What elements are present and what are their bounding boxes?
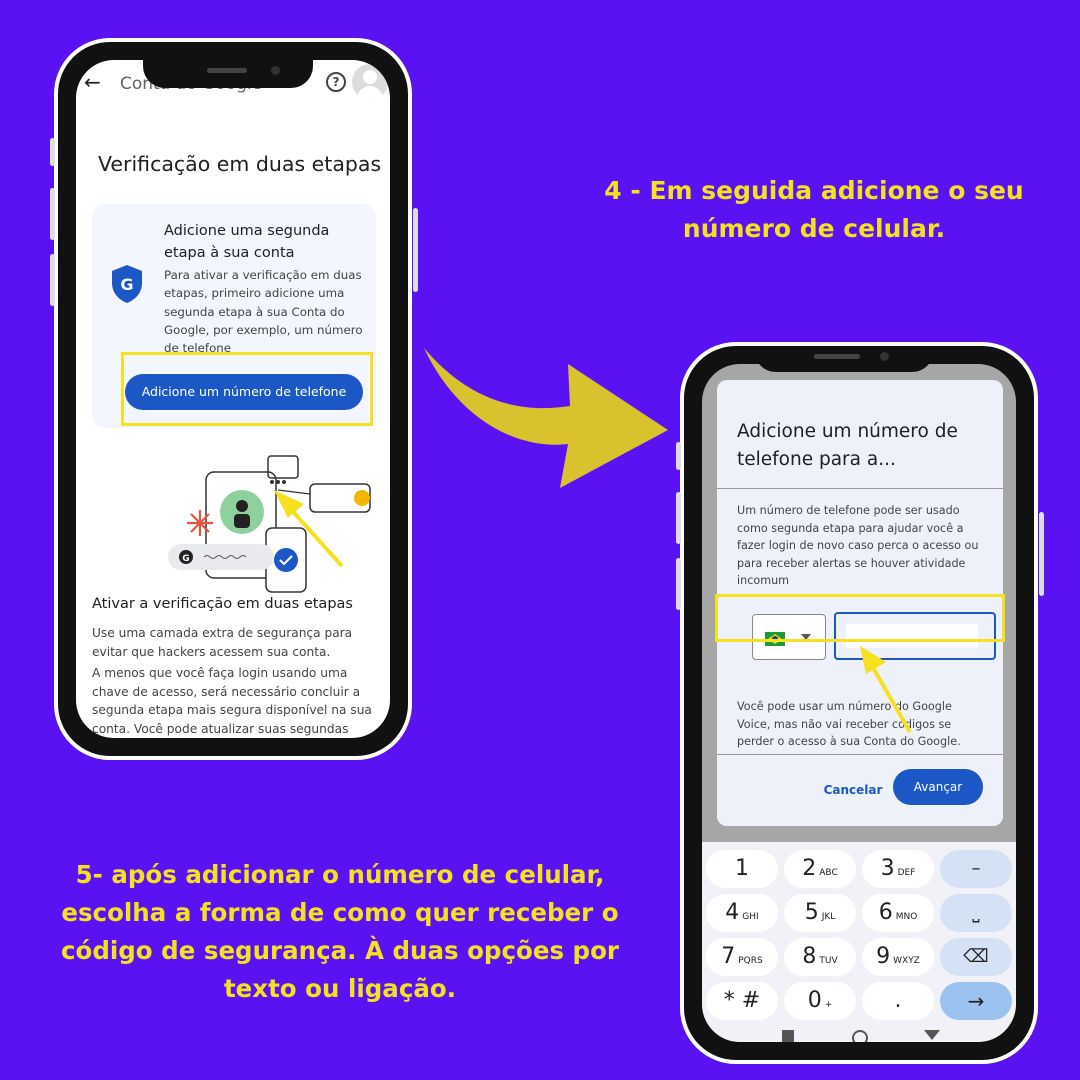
card-heading: Adicione uma segunda etapa à sua conta <box>164 223 330 261</box>
keypad-key[interactable]: 0 + <box>784 982 856 1020</box>
phone-side-button <box>1039 512 1044 596</box>
keypad-key[interactable]: 6 MNO <box>862 894 934 932</box>
keypad-key[interactable]: → <box>940 982 1012 1020</box>
keypad-key[interactable]: 7 PQRS <box>706 938 778 976</box>
keypad-key[interactable]: 5 JKL <box>784 894 856 932</box>
dialog-footer: Cancelar Avançar <box>717 754 1003 826</box>
key-sublabel: TUV <box>819 956 838 966</box>
cancel-button[interactable]: Cancelar <box>813 773 893 807</box>
keypad-key[interactable]: ⎵ <box>940 894 1012 932</box>
key-label: → <box>967 989 985 1013</box>
keypad-key[interactable]: ⌫ <box>940 938 1012 976</box>
numeric-keypad: 1 2 ABC 3 DEF –4 GHI 5 JKL 6 MNO ⎵ 7 PQRS 8 TUV 9 WXYZ ⌫ * … <box>702 842 1016 1042</box>
svg-text:G: G <box>120 275 133 294</box>
key-sublabel: WXYZ <box>893 956 920 966</box>
section-heading: Ativar a verificação em duas etapas <box>92 596 353 612</box>
key-label: 3 <box>880 856 895 881</box>
step5-caption: 5- após adicionar o número de celular, e… <box>60 860 620 1003</box>
key-label: 1 <box>735 856 749 881</box>
phone-side-button <box>50 138 55 166</box>
phone-notch <box>143 56 313 88</box>
key-label: 9 <box>876 944 891 969</box>
keypad-key[interactable]: 9 WXYZ <box>862 938 934 976</box>
phone-notch <box>754 346 934 372</box>
key-sublabel: MNO <box>895 912 918 922</box>
left-phone-screen: ← Conta do Google ? Verificação em duas … <box>76 60 390 738</box>
keypad-key[interactable]: – <box>940 850 1012 888</box>
page-title: Verificação em duas etapas <box>98 152 382 176</box>
google-shield-icon: G <box>112 265 142 303</box>
key-label: 5 <box>804 900 819 925</box>
key-label: . <box>894 988 902 1013</box>
key-label: * # <box>723 988 761 1013</box>
system-nav-bar <box>782 1030 940 1042</box>
keypad-key[interactable]: 4 GHI <box>706 894 778 932</box>
key-sublabel: ABC <box>819 868 838 878</box>
key-sublabel: JKL <box>821 912 836 922</box>
right-phone-screen: Adicione um número de telefone para a...… <box>702 364 1016 1042</box>
security-illustration: G <box>168 455 371 593</box>
help-icon[interactable]: ? <box>326 72 346 92</box>
key-label: 7 <box>721 944 736 969</box>
key-label: 8 <box>802 944 817 969</box>
step4-caption: 4 - Em seguida adicione o seu número de … <box>604 176 1024 243</box>
key-sublabel: PQRS <box>738 956 763 966</box>
yellow-arrow-icon <box>860 646 912 733</box>
dialog-title: Adicione um número de telefone para a... <box>737 421 958 470</box>
dialog-description: Um número de telefone pode ser usado com… <box>737 504 979 587</box>
svg-text:G: G <box>182 554 189 564</box>
key-label: ⎵ <box>972 902 980 923</box>
key-label: ⌫ <box>963 946 989 967</box>
key-label: 4 <box>725 900 740 925</box>
section-paragraph-2: A menos que você faça login usando uma c… <box>92 666 372 736</box>
curved-arrow-icon <box>424 348 668 488</box>
keypad-key[interactable]: . <box>862 982 934 1020</box>
right-phone: Adicione um número de telefone para a...… <box>676 342 1044 1064</box>
key-sublabel: + <box>824 1000 833 1010</box>
phone-side-button <box>50 188 55 240</box>
add-phone-number-button[interactable]: Adicione um número de telefone <box>125 374 363 410</box>
divider <box>717 488 1003 489</box>
back-arrow-icon[interactable]: ← <box>84 70 101 94</box>
phone-side-button <box>676 558 681 610</box>
keypad-key[interactable]: 1 <box>706 850 778 888</box>
left-phone: ← Conta do Google ? Verificação em duas … <box>50 38 418 760</box>
key-label: – <box>971 858 981 879</box>
key-sublabel: GHI <box>742 912 759 922</box>
keypad-key[interactable]: 3 DEF <box>862 850 934 888</box>
keypad-key[interactable]: * # <box>706 982 778 1020</box>
next-button[interactable]: Avançar <box>893 769 983 805</box>
keypad-key[interactable]: 2 ABC <box>784 850 856 888</box>
card-text: Para ativar a verificação em duas etapas… <box>164 268 363 356</box>
section-paragraph-1: Use uma camada extra de segurança para e… <box>92 626 353 659</box>
phone-side-button <box>413 208 418 292</box>
key-label: 2 <box>802 856 817 881</box>
key-label: 0 <box>807 988 822 1013</box>
key-sublabel: DEF <box>897 868 916 878</box>
keypad-key[interactable]: 8 TUV <box>784 938 856 976</box>
highlight-box <box>715 594 1005 642</box>
phone-side-button <box>50 254 55 306</box>
phone-side-button <box>676 442 681 470</box>
key-label: 6 <box>878 900 893 925</box>
phone-side-button <box>676 492 681 544</box>
avatar[interactable] <box>352 64 388 100</box>
